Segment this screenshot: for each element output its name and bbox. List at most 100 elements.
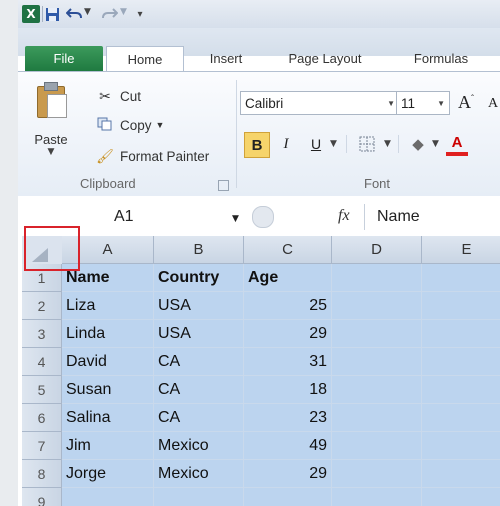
cell-e1[interactable] <box>422 264 500 292</box>
cell-a8[interactable]: Jorge <box>62 460 154 488</box>
row-header[interactable]: 7 <box>22 432 62 460</box>
redo-icon <box>102 5 118 23</box>
tab-page-layout[interactable]: Page Layout <box>274 46 376 71</box>
row-header[interactable]: 4 <box>22 348 62 376</box>
cell-c3[interactable]: 29 <box>244 320 332 348</box>
cell-c7[interactable]: 49 <box>244 432 332 460</box>
underline-button[interactable]: U <box>306 132 326 156</box>
row-header[interactable]: 2 <box>22 292 62 320</box>
cell-e7[interactable] <box>422 432 500 460</box>
cell-b9[interactable] <box>154 488 244 506</box>
row-header[interactable]: 9 <box>22 488 62 506</box>
column-header-c[interactable]: C <box>244 236 332 264</box>
column-header-d[interactable]: D <box>332 236 422 264</box>
cell-c2[interactable]: 25 <box>244 292 332 320</box>
cell-b7[interactable]: Mexico <box>154 432 244 460</box>
cell-a4[interactable]: David <box>62 348 154 376</box>
fill-color-dropdown-icon[interactable]: ▼ <box>432 139 439 149</box>
formula-input[interactable]: Name <box>364 204 500 230</box>
cell-a6[interactable]: Salina <box>62 404 154 432</box>
cell-d9[interactable] <box>332 488 422 506</box>
bold-button[interactable]: B <box>244 132 270 158</box>
row-header[interactable]: 6 <box>22 404 62 432</box>
column-header-b[interactable]: B <box>154 236 244 264</box>
borders-icon[interactable] <box>354 132 380 156</box>
grow-font-icon[interactable]: Aˆ <box>458 92 474 113</box>
cell-b8[interactable]: Mexico <box>154 460 244 488</box>
cell-a2[interactable]: Liza <box>62 292 154 320</box>
cell-d8[interactable] <box>332 460 422 488</box>
tab-formulas[interactable]: Formulas <box>398 46 484 71</box>
tab-home[interactable]: Home <box>106 46 184 72</box>
borders-dropdown-icon[interactable]: ▼ <box>384 139 391 149</box>
cell-d4[interactable] <box>332 348 422 376</box>
column-header-e[interactable]: E <box>422 236 500 264</box>
row-header[interactable]: 8 <box>22 460 62 488</box>
paste-label: Paste <box>34 132 68 147</box>
cell-a9[interactable] <box>62 488 154 506</box>
copy-icon <box>96 117 114 134</box>
customize-toolbar-icon[interactable]: ▾ <box>134 5 146 23</box>
tab-insert[interactable]: Insert <box>194 46 258 71</box>
cell-a3[interactable]: Linda <box>62 320 154 348</box>
cell-a7[interactable]: Jim <box>62 432 154 460</box>
undo-dropdown-icon[interactable]: ▼ <box>84 7 91 17</box>
shrink-font-icon[interactable]: A <box>488 96 498 112</box>
cell-e5[interactable] <box>422 376 500 404</box>
redo-dropdown-icon: ▼ <box>120 7 127 17</box>
font-name-select[interactable]: Calibri ▼ <box>240 91 400 115</box>
cell-c9[interactable] <box>244 488 332 506</box>
name-box-dropdown-icon[interactable]: ▼ <box>232 214 239 224</box>
fill-color-icon[interactable]: ◆ <box>406 132 430 156</box>
cell-c6[interactable]: 23 <box>244 404 332 432</box>
clipboard-icon <box>34 82 68 118</box>
italic-button[interactable]: I <box>276 132 296 156</box>
insert-function-icon[interactable]: fx <box>338 207 350 225</box>
cell-e9[interactable] <box>422 488 500 506</box>
clipboard-dialog-launcher-icon[interactable] <box>218 180 229 191</box>
cell-e3[interactable] <box>422 320 500 348</box>
undo-icon[interactable] <box>66 5 82 23</box>
cut-button[interactable]: ✂ Cut <box>96 85 141 107</box>
copy-button[interactable]: Copy ▼ <box>96 114 164 136</box>
row-header[interactable]: 5 <box>22 376 62 404</box>
font-size-select[interactable]: 11 ▼ <box>396 91 450 115</box>
cell-c8[interactable]: 29 <box>244 460 332 488</box>
cell-b5[interactable]: CA <box>154 376 244 404</box>
cell-d3[interactable] <box>332 320 422 348</box>
cell-b3[interactable]: USA <box>154 320 244 348</box>
copy-dropdown-icon[interactable]: ▼ <box>156 120 165 130</box>
underline-dropdown-icon[interactable]: ▼ <box>330 139 337 149</box>
font-size-value: 11 <box>401 95 416 111</box>
paste-button[interactable]: Paste ▼ <box>28 82 74 172</box>
excel-app-icon[interactable]: X <box>22 5 40 23</box>
cell-b2[interactable]: USA <box>154 292 244 320</box>
cell-d6[interactable] <box>332 404 422 432</box>
excel-window: X ▼ ▼ ▾ File Home Insert Page Layout For… <box>18 0 500 506</box>
clipboard-group-label: Clipboard <box>80 176 136 191</box>
cell-e6[interactable] <box>422 404 500 432</box>
cell-b4[interactable]: CA <box>154 348 244 376</box>
cell-b1[interactable]: Country <box>154 264 244 292</box>
row-header[interactable]: 3 <box>22 320 62 348</box>
cell-e2[interactable] <box>422 292 500 320</box>
cell-c1[interactable]: Age <box>244 264 332 292</box>
cell-e4[interactable] <box>422 348 500 376</box>
cell-b6[interactable]: CA <box>154 404 244 432</box>
cell-d5[interactable] <box>332 376 422 404</box>
cell-c5[interactable]: 18 <box>244 376 332 404</box>
format-painter-button[interactable]: 🖌 Format Painter <box>96 145 209 167</box>
tab-file[interactable]: File <box>25 46 103 71</box>
cell-d1[interactable] <box>332 264 422 292</box>
cell-e8[interactable] <box>422 460 500 488</box>
chevron-down-icon: ▼ <box>387 99 395 108</box>
cell-a5[interactable]: Susan <box>62 376 154 404</box>
cell-d7[interactable] <box>332 432 422 460</box>
save-icon[interactable] <box>44 5 60 23</box>
paintbrush-icon: 🖌 <box>96 147 114 164</box>
scissors-icon: ✂ <box>99 87 111 104</box>
paste-dropdown-icon[interactable]: ▼ <box>28 147 74 157</box>
cell-d2[interactable] <box>332 292 422 320</box>
font-color-icon[interactable]: A <box>446 132 468 156</box>
cell-c4[interactable]: 31 <box>244 348 332 376</box>
